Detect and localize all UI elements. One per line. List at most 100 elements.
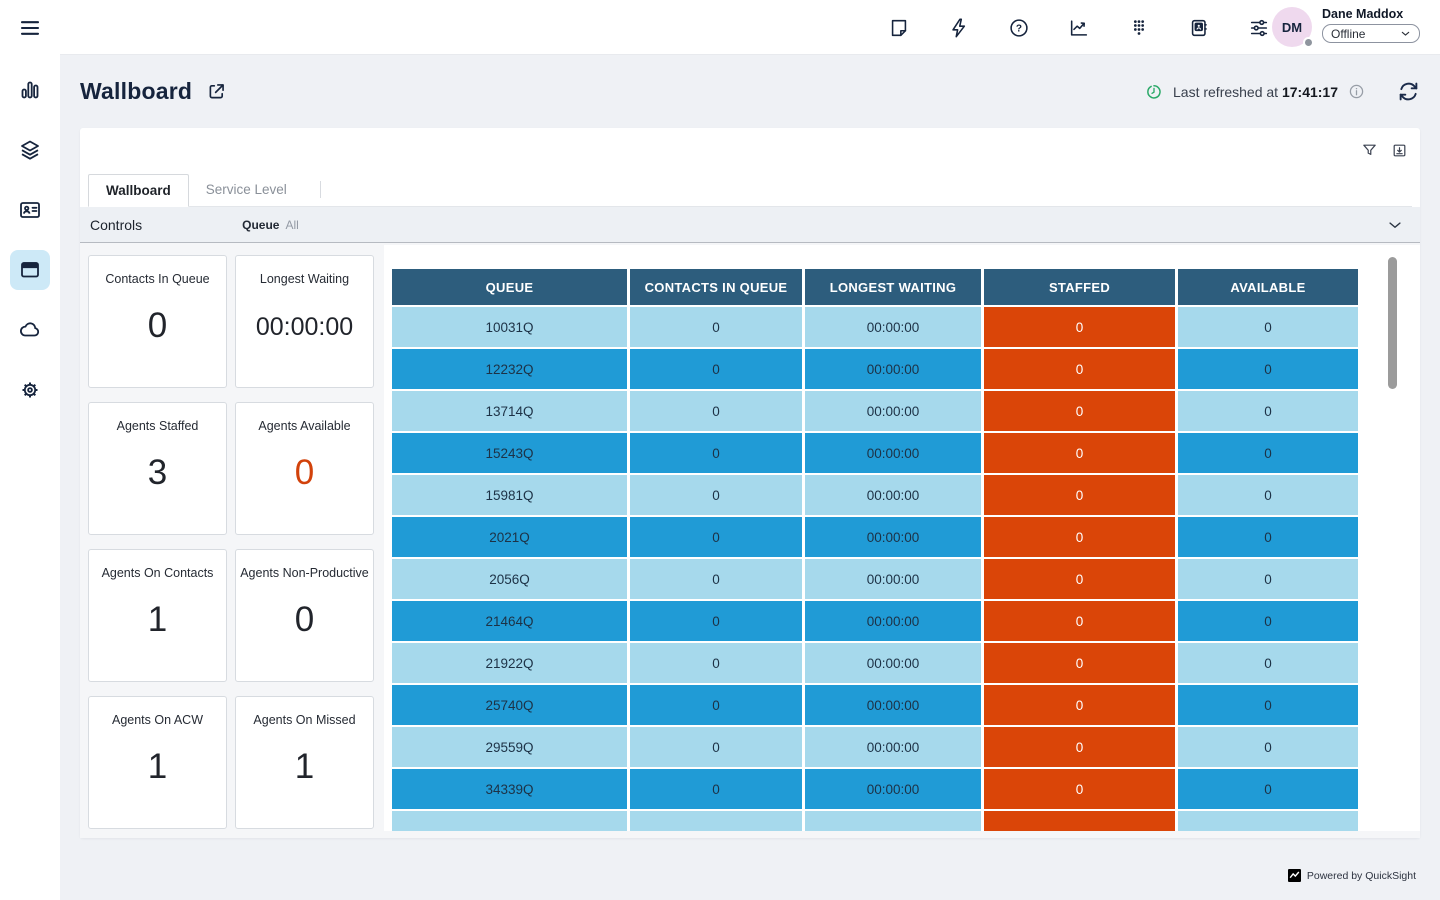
controls-label: Controls [90, 217, 142, 233]
table-body: 10031Q000:00:000012232Q000:00:000013714Q… [392, 307, 1358, 831]
avatar[interactable]: DM [1272, 7, 1312, 47]
table-row: 12232Q000:00:0000 [392, 349, 1358, 389]
table-cell: 13714Q [392, 391, 627, 431]
table-cell: 0 [984, 391, 1175, 431]
dashboard-card: Wallboard Service Level Controls Queue A… [80, 128, 1420, 838]
kpi-label: Agents On Contacts [93, 566, 222, 580]
sliders-icon[interactable] [1248, 17, 1270, 39]
external-link-icon[interactable] [206, 81, 227, 102]
kpi-card: Agents Available 0 [235, 402, 374, 535]
sidebar-item-users[interactable] [10, 190, 50, 230]
export-icon[interactable] [1391, 142, 1408, 159]
quicksight-logo-icon [1288, 869, 1301, 882]
browser-window-icon [18, 258, 42, 282]
table-cell: 0 [1178, 433, 1358, 473]
notes-icon[interactable] [888, 17, 910, 39]
kpi-card: Agents Non-Productive 0 [235, 549, 374, 682]
last-refreshed-text: Last refreshed at 17:41:17 [1173, 84, 1338, 100]
controls-bar: Controls Queue All [80, 207, 1420, 243]
filter-icon[interactable] [1361, 142, 1378, 159]
info-icon[interactable] [1348, 83, 1365, 100]
sidebar-item-cloud[interactable] [10, 310, 50, 350]
table-cell: 0 [1178, 391, 1358, 431]
table-cell: 12232Q [392, 349, 627, 389]
id-card-icon [18, 198, 42, 222]
table-cell: 0 [630, 475, 802, 515]
table-cell [392, 811, 627, 831]
column-header: CONTACTS IN QUEUE [630, 269, 802, 305]
lightning-icon[interactable] [948, 17, 970, 39]
table-cell: 0 [984, 433, 1175, 473]
help-icon[interactable]: ? [1008, 17, 1030, 39]
table-cell: 0 [984, 307, 1175, 347]
table-cell: 0 [630, 685, 802, 725]
table-cell: 0 [1178, 643, 1358, 683]
table-cell [984, 811, 1175, 831]
kpi-value: 00:00:00 [236, 313, 373, 342]
sidebar-item-wallboard[interactable] [10, 250, 50, 290]
kpi-label: Longest Waiting [240, 272, 369, 286]
kpi-card: Agents On Missed 1 [235, 696, 374, 829]
kpi-value: 1 [89, 600, 226, 640]
user-block: DM Dane Maddox Offline [1272, 7, 1420, 47]
table-head: QUEUECONTACTS IN QUEUELONGEST WAITINGSTA… [392, 269, 1358, 305]
table-cell: 00:00:00 [805, 433, 981, 473]
kpi-label: Agents Available [240, 419, 369, 433]
powered-by: Powered by QuickSight [1288, 869, 1416, 882]
refresh-time: 17:41:17 [1282, 84, 1338, 100]
kpi-value: 0 [236, 453, 373, 493]
table-cell: 0 [1178, 349, 1358, 389]
table-cell: 00:00:00 [805, 391, 981, 431]
table-cell: 2021Q [392, 517, 627, 557]
table-cell: 0 [630, 769, 802, 809]
dashboard-sheet: Contacts In Queue 0 Longest Waiting 00:0… [80, 243, 1420, 838]
table-cell: 0 [1178, 601, 1358, 641]
table-row: 21922Q000:00:0000 [392, 643, 1358, 683]
table-cell: 0 [984, 559, 1175, 599]
trend-icon[interactable] [1068, 17, 1090, 39]
main-area: Wallboard Last refreshed at 17:41:17 Wal… [60, 55, 1440, 900]
queue-table-panel: QUEUECONTACTS IN QUEUELONGEST WAITINGSTA… [384, 245, 1420, 831]
kpi-grid: Contacts In Queue 0 Longest Waiting 00:0… [88, 255, 374, 829]
kpi-label: Agents On Missed [240, 713, 369, 727]
table-cell: 21922Q [392, 643, 627, 683]
tab-wallboard[interactable]: Wallboard [88, 174, 189, 207]
column-header: QUEUE [392, 269, 627, 305]
table-cell: 0 [984, 769, 1175, 809]
dialpad-icon[interactable] [1128, 17, 1150, 39]
column-header: AVAILABLE [1178, 269, 1358, 305]
table-cell: 15981Q [392, 475, 627, 515]
table-scrollbar[interactable] [1388, 257, 1397, 389]
table-row: 15243Q000:00:0000 [392, 433, 1358, 473]
kpi-card: Agents On ACW 1 [88, 696, 227, 829]
sidebar-item-metrics[interactable] [10, 70, 50, 110]
table-cell [630, 811, 802, 831]
chevron-down-icon [1400, 28, 1411, 39]
address-book-icon[interactable] [1188, 17, 1210, 39]
tab-service-level[interactable]: Service Level [189, 173, 304, 206]
collapse-chevron-icon[interactable] [1386, 216, 1404, 234]
kpi-card: Agents Staffed 3 [88, 402, 227, 535]
refresh-icon[interactable] [1397, 80, 1420, 103]
table-cell: 0 [630, 727, 802, 767]
sidebar [0, 0, 60, 900]
table-row: 13714Q000:00:0000 [392, 391, 1358, 431]
table-cell [805, 811, 981, 831]
table-cell: 0 [630, 517, 802, 557]
sidebar-item-routing[interactable] [10, 130, 50, 170]
column-header: STAFFED [984, 269, 1175, 305]
sidebar-item-settings[interactable] [10, 370, 50, 410]
kpi-label: Contacts In Queue [93, 272, 222, 286]
kpi-value: 3 [89, 453, 226, 493]
table-row: 21464Q000:00:0000 [392, 601, 1358, 641]
table-cell: 0 [1178, 685, 1358, 725]
kpi-value: 0 [89, 306, 226, 346]
menu-icon[interactable] [10, 8, 50, 48]
table-cell: 25740Q [392, 685, 627, 725]
table-cell: 00:00:00 [805, 727, 981, 767]
table-cell: 0 [984, 685, 1175, 725]
queue-filter[interactable]: Queue All [242, 218, 299, 232]
table-cell: 0 [1178, 517, 1358, 557]
table-cell: 29559Q [392, 727, 627, 767]
status-select[interactable]: Offline [1322, 24, 1420, 43]
